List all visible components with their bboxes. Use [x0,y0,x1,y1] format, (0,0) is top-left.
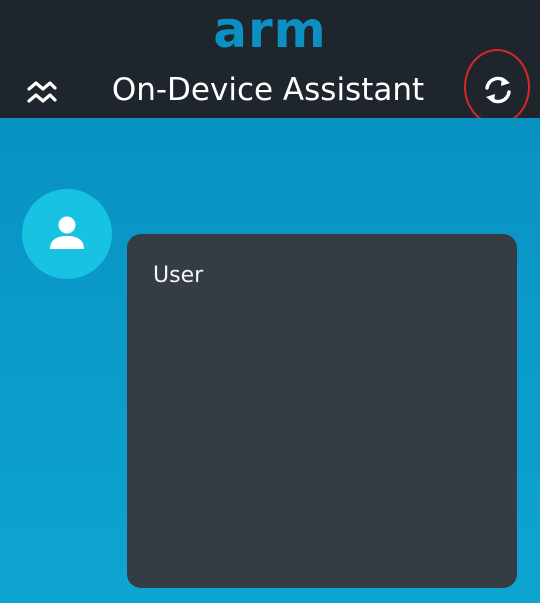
user-avatar-icon [50,216,84,249]
menu-button[interactable] [22,72,62,112]
message-text: User [153,263,204,288]
app-header: arm On-Device Assistant [0,0,540,125]
user-avatar [22,189,112,279]
refresh-button[interactable] [474,68,522,112]
refresh-icon [485,76,511,104]
brand-logo: arm [213,1,327,59]
message-bubble: User [127,234,517,588]
zigzag-menu-icon [27,81,57,103]
page-title: On-Device Assistant [111,72,425,108]
